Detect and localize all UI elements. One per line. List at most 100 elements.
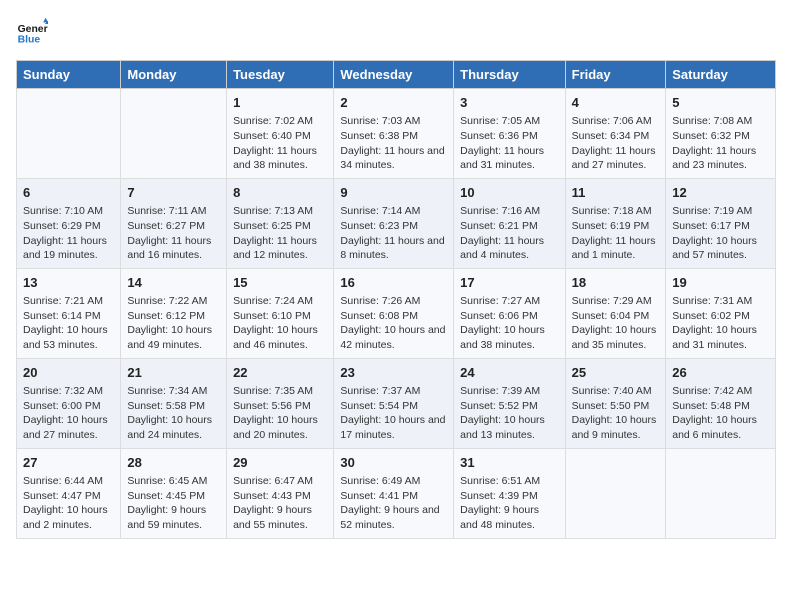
day-number: 25	[572, 364, 660, 382]
calendar-cell: 11 Sunrise: 7:18 AM Sunset: 6:19 PM Dayli…	[565, 178, 666, 268]
day-number: 4	[572, 94, 660, 112]
calendar-cell	[17, 89, 121, 179]
day-info: Sunrise: 7:10 AM Sunset: 6:29 PM Dayligh…	[23, 204, 114, 263]
calendar-cell: 24 Sunrise: 7:39 AM Sunset: 5:52 PM Dayli…	[454, 358, 565, 448]
day-of-week-header: Thursday	[454, 61, 565, 89]
day-info: Sunrise: 7:06 AM Sunset: 6:34 PM Dayligh…	[572, 114, 660, 173]
calendar-cell: 27Sunrise: 6:44 AM Sunset: 4:47 PM Dayli…	[17, 448, 121, 538]
calendar-cell: 12 Sunrise: 7:19 AM Sunset: 6:17 PM Dayli…	[666, 178, 776, 268]
day-info: Sunrise: 7:40 AM Sunset: 5:50 PM Dayligh…	[572, 384, 660, 443]
day-number: 9	[340, 184, 447, 202]
day-number: 13	[23, 274, 114, 292]
calendar-cell	[666, 448, 776, 538]
calendar-cell: 28 Sunrise: 6:45 AM Sunset: 4:45 PM Dayli…	[121, 448, 227, 538]
day-info: Sunrise: 7:35 AM Sunset: 5:56 PM Dayligh…	[233, 384, 327, 443]
calendar-cell: 15 Sunrise: 7:24 AM Sunset: 6:10 PM Dayli…	[227, 268, 334, 358]
day-of-week-header: Monday	[121, 61, 227, 89]
day-info: Sunrise: 7:05 AM Sunset: 6:36 PM Dayligh…	[460, 114, 558, 173]
logo-icon: General Blue	[16, 16, 48, 48]
day-number: 27	[23, 454, 114, 472]
calendar-cell: 14 Sunrise: 7:22 AM Sunset: 6:12 PM Dayli…	[121, 268, 227, 358]
calendar-cell: 16Sunrise: 7:26 AM Sunset: 6:08 PM Dayli…	[334, 268, 454, 358]
day-number: 15	[233, 274, 327, 292]
calendar-cell: 1 Sunrise: 7:02 AM Sunset: 6:40 PM Daylig…	[227, 89, 334, 179]
calendar-header-row: SundayMondayTuesdayWednesdayThursdayFrid…	[17, 61, 776, 89]
calendar-cell: 18 Sunrise: 7:29 AM Sunset: 6:04 PM Dayli…	[565, 268, 666, 358]
day-info: Sunrise: 7:26 AM Sunset: 6:08 PM Dayligh…	[340, 294, 447, 353]
calendar-cell: 30 Sunrise: 6:49 AM Sunset: 4:41 PM Dayli…	[334, 448, 454, 538]
day-of-week-header: Sunday	[17, 61, 121, 89]
day-number: 11	[572, 184, 660, 202]
day-info: Sunrise: 7:34 AM Sunset: 5:58 PM Dayligh…	[127, 384, 220, 443]
calendar-cell: 9Sunrise: 7:14 AM Sunset: 6:23 PM Daylig…	[334, 178, 454, 268]
day-number: 8	[233, 184, 327, 202]
day-number: 12	[672, 184, 769, 202]
day-info: Sunrise: 6:49 AM Sunset: 4:41 PM Dayligh…	[340, 474, 447, 533]
day-number: 21	[127, 364, 220, 382]
day-info: Sunrise: 7:03 AM Sunset: 6:38 PM Dayligh…	[340, 114, 447, 173]
day-number: 14	[127, 274, 220, 292]
calendar-cell: 2 Sunrise: 7:03 AM Sunset: 6:38 PM Daylig…	[334, 89, 454, 179]
day-info: Sunrise: 7:18 AM Sunset: 6:19 PM Dayligh…	[572, 204, 660, 263]
day-number: 5	[672, 94, 769, 112]
day-info: Sunrise: 7:02 AM Sunset: 6:40 PM Dayligh…	[233, 114, 327, 173]
calendar-cell: 25 Sunrise: 7:40 AM Sunset: 5:50 PM Dayli…	[565, 358, 666, 448]
day-number: 28	[127, 454, 220, 472]
day-info: Sunrise: 7:29 AM Sunset: 6:04 PM Dayligh…	[572, 294, 660, 353]
day-info: Sunrise: 7:32 AM Sunset: 6:00 PM Dayligh…	[23, 384, 114, 443]
calendar-cell: 29 Sunrise: 6:47 AM Sunset: 4:43 PM Dayli…	[227, 448, 334, 538]
day-info: Sunrise: 7:39 AM Sunset: 5:52 PM Dayligh…	[460, 384, 558, 443]
calendar-cell: 21 Sunrise: 7:34 AM Sunset: 5:58 PM Dayli…	[121, 358, 227, 448]
day-number: 18	[572, 274, 660, 292]
calendar-cell: 10 Sunrise: 7:16 AM Sunset: 6:21 PM Dayli…	[454, 178, 565, 268]
page-header: General Blue	[16, 16, 776, 48]
calendar-cell: 5 Sunrise: 7:08 AM Sunset: 6:32 PM Daylig…	[666, 89, 776, 179]
calendar-week-row: 6 Sunrise: 7:10 AM Sunset: 6:29 PM Daylig…	[17, 178, 776, 268]
calendar-cell: 20 Sunrise: 7:32 AM Sunset: 6:00 PM Dayli…	[17, 358, 121, 448]
day-info: Sunrise: 7:19 AM Sunset: 6:17 PM Dayligh…	[672, 204, 769, 263]
day-info: Sunrise: 7:08 AM Sunset: 6:32 PM Dayligh…	[672, 114, 769, 173]
day-number: 23	[340, 364, 447, 382]
day-number: 30	[340, 454, 447, 472]
day-info: Sunrise: 7:24 AM Sunset: 6:10 PM Dayligh…	[233, 294, 327, 353]
logo: General Blue	[16, 16, 52, 48]
day-of-week-header: Tuesday	[227, 61, 334, 89]
day-number: 29	[233, 454, 327, 472]
day-info: Sunrise: 6:45 AM Sunset: 4:45 PM Dayligh…	[127, 474, 220, 533]
day-number: 6	[23, 184, 114, 202]
day-info: Sunrise: 7:13 AM Sunset: 6:25 PM Dayligh…	[233, 204, 327, 263]
calendar-cell: 4 Sunrise: 7:06 AM Sunset: 6:34 PM Daylig…	[565, 89, 666, 179]
calendar-week-row: 1 Sunrise: 7:02 AM Sunset: 6:40 PM Daylig…	[17, 89, 776, 179]
day-info: Sunrise: 7:31 AM Sunset: 6:02 PM Dayligh…	[672, 294, 769, 353]
day-info: Sunrise: 7:42 AM Sunset: 5:48 PM Dayligh…	[672, 384, 769, 443]
day-info: Sunrise: 7:16 AM Sunset: 6:21 PM Dayligh…	[460, 204, 558, 263]
svg-text:General: General	[18, 24, 48, 35]
day-number: 22	[233, 364, 327, 382]
day-of-week-header: Saturday	[666, 61, 776, 89]
day-info: Sunrise: 7:11 AM Sunset: 6:27 PM Dayligh…	[127, 204, 220, 263]
calendar-cell: 22 Sunrise: 7:35 AM Sunset: 5:56 PM Dayli…	[227, 358, 334, 448]
day-info: Sunrise: 6:47 AM Sunset: 4:43 PM Dayligh…	[233, 474, 327, 533]
day-number: 24	[460, 364, 558, 382]
calendar-week-row: 13 Sunrise: 7:21 AM Sunset: 6:14 PM Dayli…	[17, 268, 776, 358]
calendar-week-row: 20 Sunrise: 7:32 AM Sunset: 6:00 PM Dayli…	[17, 358, 776, 448]
day-number: 10	[460, 184, 558, 202]
day-number: 19	[672, 274, 769, 292]
day-of-week-header: Friday	[565, 61, 666, 89]
calendar-cell: 26Sunrise: 7:42 AM Sunset: 5:48 PM Dayli…	[666, 358, 776, 448]
calendar-body: 1 Sunrise: 7:02 AM Sunset: 6:40 PM Daylig…	[17, 89, 776, 539]
calendar-cell	[565, 448, 666, 538]
calendar-cell: 19 Sunrise: 7:31 AM Sunset: 6:02 PM Dayli…	[666, 268, 776, 358]
calendar-cell: 23Sunrise: 7:37 AM Sunset: 5:54 PM Dayli…	[334, 358, 454, 448]
day-number: 20	[23, 364, 114, 382]
calendar-cell: 31Sunrise: 6:51 AM Sunset: 4:39 PM Dayli…	[454, 448, 565, 538]
day-number: 1	[233, 94, 327, 112]
day-info: Sunrise: 7:27 AM Sunset: 6:06 PM Dayligh…	[460, 294, 558, 353]
calendar-cell	[121, 89, 227, 179]
day-info: Sunrise: 7:21 AM Sunset: 6:14 PM Dayligh…	[23, 294, 114, 353]
day-number: 17	[460, 274, 558, 292]
day-number: 3	[460, 94, 558, 112]
day-info: Sunrise: 7:22 AM Sunset: 6:12 PM Dayligh…	[127, 294, 220, 353]
day-of-week-header: Wednesday	[334, 61, 454, 89]
day-number: 2	[340, 94, 447, 112]
